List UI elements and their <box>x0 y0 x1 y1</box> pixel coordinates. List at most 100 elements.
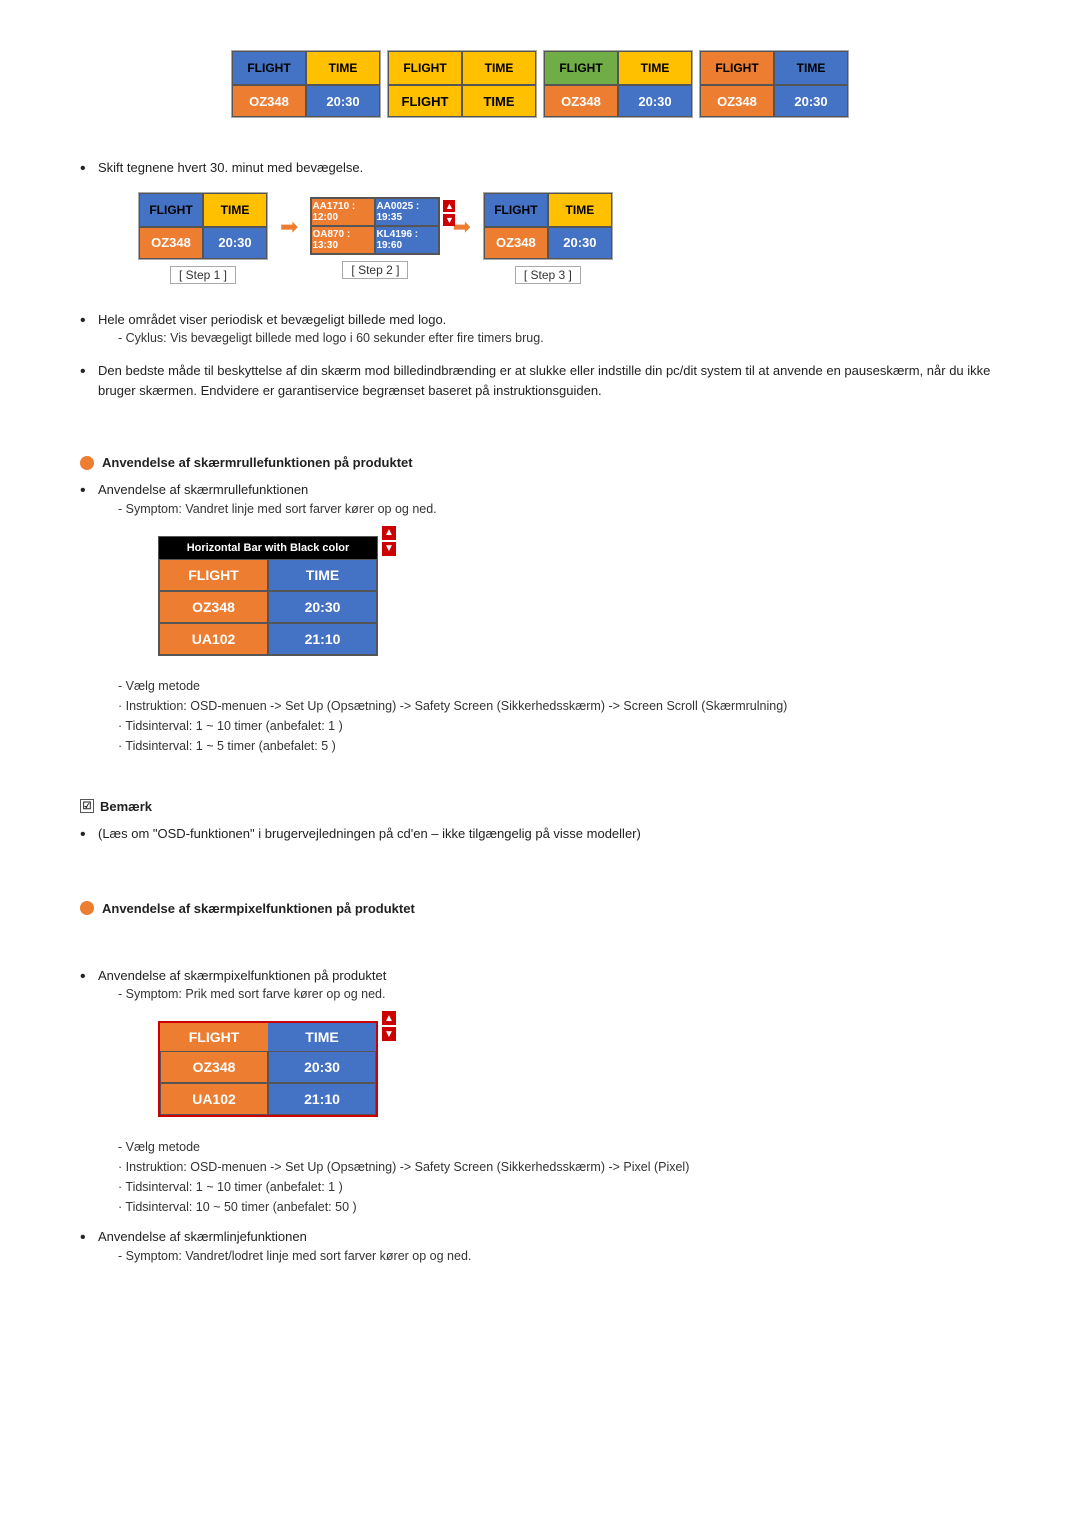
card1-flight-data: OZ348 <box>232 85 306 117</box>
hbar-scroll-arrows: ▲ ▼ <box>382 526 396 556</box>
pixel-hcell-time: TIME <box>268 1023 376 1051</box>
card1-time-data: 20:30 <box>306 85 380 117</box>
scroll-section-title: Anvendelse af skærmrullefunktionen på pr… <box>102 455 413 470</box>
step1-time-hdr: TIME <box>203 193 267 227</box>
step2-label: [ Step 2 ] <box>342 261 408 279</box>
pixel-section-icon <box>80 901 94 915</box>
arrow1-icon: ➡ <box>280 216 298 238</box>
hbar-row2-col1: OZ348 <box>159 591 268 623</box>
step3-flight-dat: OZ348 <box>484 227 548 259</box>
hbar-row2-col2: 20:30 <box>268 591 377 623</box>
bullet3-section: • Den bedste måde til beskyttelse af din… <box>80 361 1000 400</box>
remark-header: ☑ Bemærk <box>80 799 1000 814</box>
arrow1: ➡ <box>280 216 298 238</box>
step2-block: AA1710 : 12:00 AA0025 : 19:35 OA870 : 13… <box>310 197 440 279</box>
pixel-arrow-down: ▼ <box>382 1027 396 1041</box>
hbar-table-header: Horizontal Bar with Black color <box>159 537 377 559</box>
pixel-bullet-dot: • <box>80 966 98 988</box>
scroll-instr2: · Tidsinterval: 1 ~ 10 timer (anbefalet:… <box>118 716 787 736</box>
card2-time-header: TIME <box>462 51 536 85</box>
card3-flight-header: FLIGHT <box>544 51 618 85</box>
remark-note: (Læs om "OSD-funktionen" i brugervejledn… <box>98 824 641 844</box>
step2-r2c2: KL4196 : 19:60 <box>375 226 439 254</box>
hbar-arrow-down: ▼ <box>382 542 396 556</box>
remark-title: Bemærk <box>100 799 152 814</box>
step3-time-hdr: TIME <box>548 193 612 227</box>
pixel-instr1: · Instruktion: OSD-menuen -> Set Up (Ops… <box>118 1157 689 1177</box>
hbar-row3-col1: UA102 <box>159 623 268 655</box>
pixel-row2-col1: OZ348 <box>160 1051 268 1083</box>
hbar-row1-col2: TIME <box>268 559 377 591</box>
pixel-row3-col1: UA102 <box>160 1083 268 1115</box>
step2-r1c1: AA1710 : 12:00 <box>311 198 375 226</box>
pixel-bullet1-sub: - Symptom: Prik med sort farve kører op … <box>118 987 689 1001</box>
scroll-bullet1-sub: - Symptom: Vandret linje med sort farver… <box>118 502 787 516</box>
hbar-arrow-up: ▲ <box>382 526 396 540</box>
remark-checkbox-icon: ☑ <box>80 799 94 813</box>
bullet2-section: • Hele området viser periodisk et bevæge… <box>80 310 1000 346</box>
bullet-dot-2: • <box>80 310 98 332</box>
bullet3-text: Den bedste måde til beskyttelse af din s… <box>98 363 990 398</box>
step1-flight-hdr: FLIGHT <box>139 193 203 227</box>
pixel-section-header: Anvendelse af skærmpixelfunktionen på pr… <box>80 901 1000 916</box>
card3-flight-data: OZ348 <box>544 85 618 117</box>
pixel-bullet2-dot: • <box>80 1227 98 1249</box>
step3-block: FLIGHT TIME OZ348 20:30 [ Step 3 ] <box>483 192 613 284</box>
card2-time-data: TIME <box>462 85 536 117</box>
bullet2-sub: - Cyklus: Vis bevægeligt billede med log… <box>118 331 544 345</box>
pixel-section-body: • Anvendelse af skærmpixelfunktionen på … <box>80 966 1000 1263</box>
card1-time-header: TIME <box>306 51 380 85</box>
pixel-table: FLIGHT TIME OZ348 20:30 UA102 21:10 <box>158 1021 378 1117</box>
remark-bullet-dot: • <box>80 824 98 846</box>
pixel-arrow-up: ▲ <box>382 1011 396 1025</box>
pixel-bullet2: Anvendelse af skærmlinjefunktionen <box>98 1229 307 1244</box>
step1-block: FLIGHT TIME OZ348 20:30 [ Step 1 ] <box>138 192 268 284</box>
pixel-bullet1: Anvendelse af skærmpixelfunktionen på pr… <box>98 968 386 983</box>
scroll-section-header: Anvendelse af skærmrullefunktionen på pr… <box>80 455 1000 470</box>
hbar-header-text: Horizontal Bar with Black color <box>187 542 350 554</box>
top-cards-section: FLIGHT TIME OZ348 20:30 FLIGHT TIME FLIG… <box>80 50 1000 118</box>
pixel-scroll-arrows: ▲ ▼ <box>382 1011 396 1041</box>
card4-flight-header: FLIGHT <box>700 51 774 85</box>
bullet1-section: • Skift tegnene hvert 30. minut med bevæ… <box>80 158 1000 294</box>
scroll-section-icon <box>80 456 94 470</box>
scroll-instr1: · Instruktion: OSD-menuen -> Set Up (Ops… <box>118 696 787 716</box>
remark-section-body: • (Læs om "OSD-funktionen" i brugervejle… <box>80 824 1000 846</box>
bullet-dot-3: • <box>80 361 98 383</box>
pixel-section-title: Anvendelse af skærmpixelfunktionen på pr… <box>102 901 415 916</box>
scroll-section-body: • Anvendelse af skærmrullefunktionen - S… <box>80 480 1000 756</box>
step2-arrow-down: ▼ <box>443 214 455 226</box>
card3-time-data: 20:30 <box>618 85 692 117</box>
flight-card-4: FLIGHT TIME OZ348 20:30 <box>699 50 849 118</box>
step3-time-dat: 20:30 <box>548 227 612 259</box>
pixel-select-method: - Vælg metode <box>118 1137 689 1157</box>
pixel-hcell-flight: FLIGHT <box>160 1023 268 1051</box>
step3-flight-hdr: FLIGHT <box>484 193 548 227</box>
bullet1-text: Skift tegnene hvert 30. minut med bevæge… <box>98 160 363 175</box>
step1-label: [ Step 1 ] <box>170 266 236 284</box>
card2-flight-data: FLIGHT <box>388 85 462 117</box>
step2-arrow-up: ▲ <box>443 200 455 212</box>
scroll-bullet1: Anvendelse af skærmrullefunktionen <box>98 482 308 497</box>
hbar-row3-col2: 21:10 <box>268 623 377 655</box>
step1-flight-dat: OZ348 <box>139 227 203 259</box>
hbar-row1-col1: FLIGHT <box>159 559 268 591</box>
step1-card: FLIGHT TIME OZ348 20:30 <box>138 192 268 260</box>
step2-r2c1: OA870 : 13:30 <box>311 226 375 254</box>
flight-card-2: FLIGHT TIME FLIGHT TIME <box>387 50 537 118</box>
step2-card: AA1710 : 12:00 AA0025 : 19:35 OA870 : 13… <box>310 197 440 255</box>
step3-card: FLIGHT TIME OZ348 20:30 <box>483 192 613 260</box>
pixel-row3-col2: 21:10 <box>268 1083 376 1115</box>
step3-label: [ Step 3 ] <box>515 266 581 284</box>
card4-flight-data: OZ348 <box>700 85 774 117</box>
card4-time-data: 20:30 <box>774 85 848 117</box>
pixel-row2-col2: 20:30 <box>268 1051 376 1083</box>
scroll-instr3: · Tidsinterval: 1 ~ 5 timer (anbefalet: … <box>118 736 787 756</box>
card1-flight-header: FLIGHT <box>232 51 306 85</box>
pixel-instr2: · Tidsinterval: 1 ~ 10 timer (anbefalet:… <box>118 1177 689 1197</box>
scroll-bullet-dot: • <box>80 480 98 502</box>
bullet2-text: Hele området viser periodisk et bevægeli… <box>98 312 446 327</box>
step1-time-dat: 20:30 <box>203 227 267 259</box>
bullet-dot-1: • <box>80 158 98 180</box>
pixel-instr3: · Tidsinterval: 10 ~ 50 timer (anbefalet… <box>118 1197 689 1217</box>
